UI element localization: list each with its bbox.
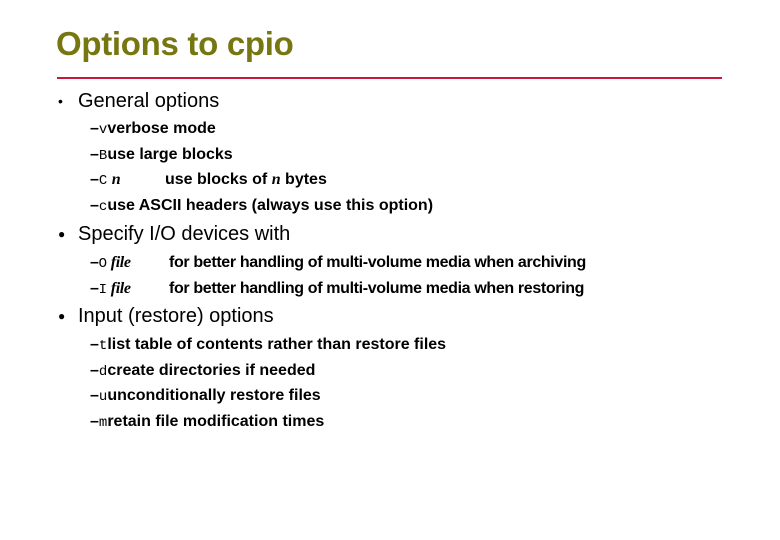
option-description: unconditionally restore files: [107, 387, 321, 404]
option-description: for better handling of multi-volume medi…: [169, 254, 586, 271]
section-heading-text: General options: [78, 90, 220, 112]
description-argument: n: [271, 171, 281, 188]
dash: –: [90, 171, 99, 188]
option-flag: C: [98, 173, 108, 189]
section-heading-input-options: ● Input (restore) options: [58, 304, 274, 328]
option-item: –vverbose mode: [90, 119, 216, 140]
option-item: –tlist table of contents rather than res…: [90, 335, 446, 356]
option-argument: file: [110, 280, 131, 297]
bullet-dot-icon: ●: [58, 309, 66, 323]
option-argument: file: [110, 254, 131, 271]
option-flag: I: [98, 282, 107, 298]
option-description-tail: bytes: [280, 171, 327, 188]
dash: –: [90, 413, 99, 430]
option-item: –I file for better handling of multi-vol…: [90, 279, 690, 300]
section-heading-text: Input (restore) options: [78, 305, 274, 327]
bullet-dot-icon: ●: [58, 227, 66, 241]
dash: –: [90, 254, 99, 271]
option-item: –O file for better handling of multi-vol…: [90, 253, 690, 274]
option-item: –mretain file modification times: [90, 412, 324, 433]
dash: –: [90, 336, 99, 353]
option-argument: n: [111, 171, 121, 188]
option-description: use ASCII headers (always use this optio…: [107, 197, 434, 214]
section-heading-general: • General options: [58, 89, 219, 113]
option-flag: O: [98, 256, 107, 272]
dash: –: [90, 387, 99, 404]
dash: –: [90, 120, 99, 137]
option-item: –cuse ASCII headers (always use this opt…: [90, 196, 433, 217]
dash: –: [90, 280, 99, 297]
section-heading-io-devices: ● Specify I/O devices with: [58, 222, 290, 246]
dash: –: [90, 197, 99, 214]
option-item: –uunconditionally restore files: [90, 386, 321, 407]
dash: –: [90, 146, 99, 163]
option-description: create directories if needed: [107, 362, 316, 379]
dash: –: [90, 362, 99, 379]
option-item: –Buse large blocks: [90, 145, 233, 166]
option-item: –C n use blocks of n bytes: [90, 170, 490, 191]
option-description: retain file modification times: [107, 413, 325, 430]
option-description: use blocks of: [165, 171, 272, 188]
slide-title: Options to cpio: [56, 25, 294, 62]
title-divider: [57, 77, 722, 79]
section-heading-text: Specify I/O devices with: [78, 223, 291, 245]
option-item: –dcreate directories if needed: [90, 361, 315, 382]
option-description: verbose mode: [107, 120, 216, 137]
option-description: use large blocks: [107, 146, 233, 163]
option-description: list table of contents rather than resto…: [107, 336, 447, 353]
bullet-dot-icon: •: [58, 93, 63, 109]
option-description: for better handling of multi-volume medi…: [169, 280, 585, 297]
